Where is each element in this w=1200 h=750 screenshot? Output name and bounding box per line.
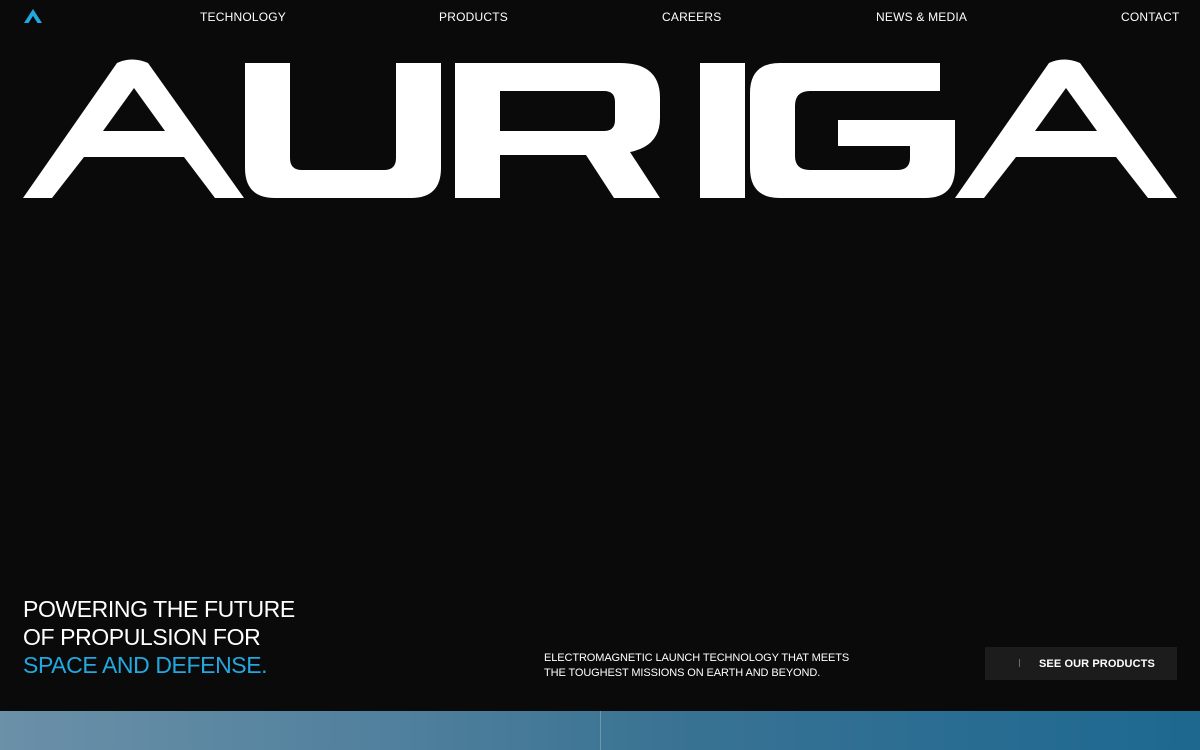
nav-link-products[interactable]: PRODUCTS xyxy=(439,10,508,24)
bar-icon xyxy=(1019,659,1020,667)
triangle-logo-icon[interactable] xyxy=(23,8,43,24)
nav-link-news-media[interactable]: NEWS & MEDIA xyxy=(876,10,967,24)
see-our-products-label: SEE OUR PRODUCTS xyxy=(1039,657,1155,670)
see-our-products-button[interactable]: SEE OUR PRODUCTS xyxy=(985,647,1177,680)
nav-link-technology[interactable]: TECHNOLOGY xyxy=(200,10,286,24)
tagline-line-1: POWERING THE FUTURE xyxy=(23,596,295,622)
hero-image-strip xyxy=(0,711,1200,750)
tagline-accent-line: SPACE AND DEFENSE. xyxy=(23,652,268,678)
description-line-1: ELECTROMAGNETIC LAUNCH TECHNOLOGY THAT M… xyxy=(544,652,850,664)
strip-divider xyxy=(600,711,601,750)
nav-link-contact[interactable]: CONTACT xyxy=(1121,10,1180,24)
nav-link-careers[interactable]: CAREERS xyxy=(662,10,721,24)
hero-description: ELECTROMAGNETIC LAUNCH TECHNOLOGY THAT M… xyxy=(544,651,849,681)
auriga-wordmark xyxy=(0,58,1200,203)
top-navigation: TECHNOLOGY PRODUCTS CAREERS NEWS & MEDIA… xyxy=(0,0,1200,34)
description-line-2: THE TOUGHEST MISSIONS ON EARTH AND BEYON… xyxy=(544,667,821,679)
tagline-line-2: OF PROPULSION FOR xyxy=(23,624,261,650)
hero-tagline: POWERING THE FUTURE OF PROPULSION FOR SP… xyxy=(23,595,295,679)
